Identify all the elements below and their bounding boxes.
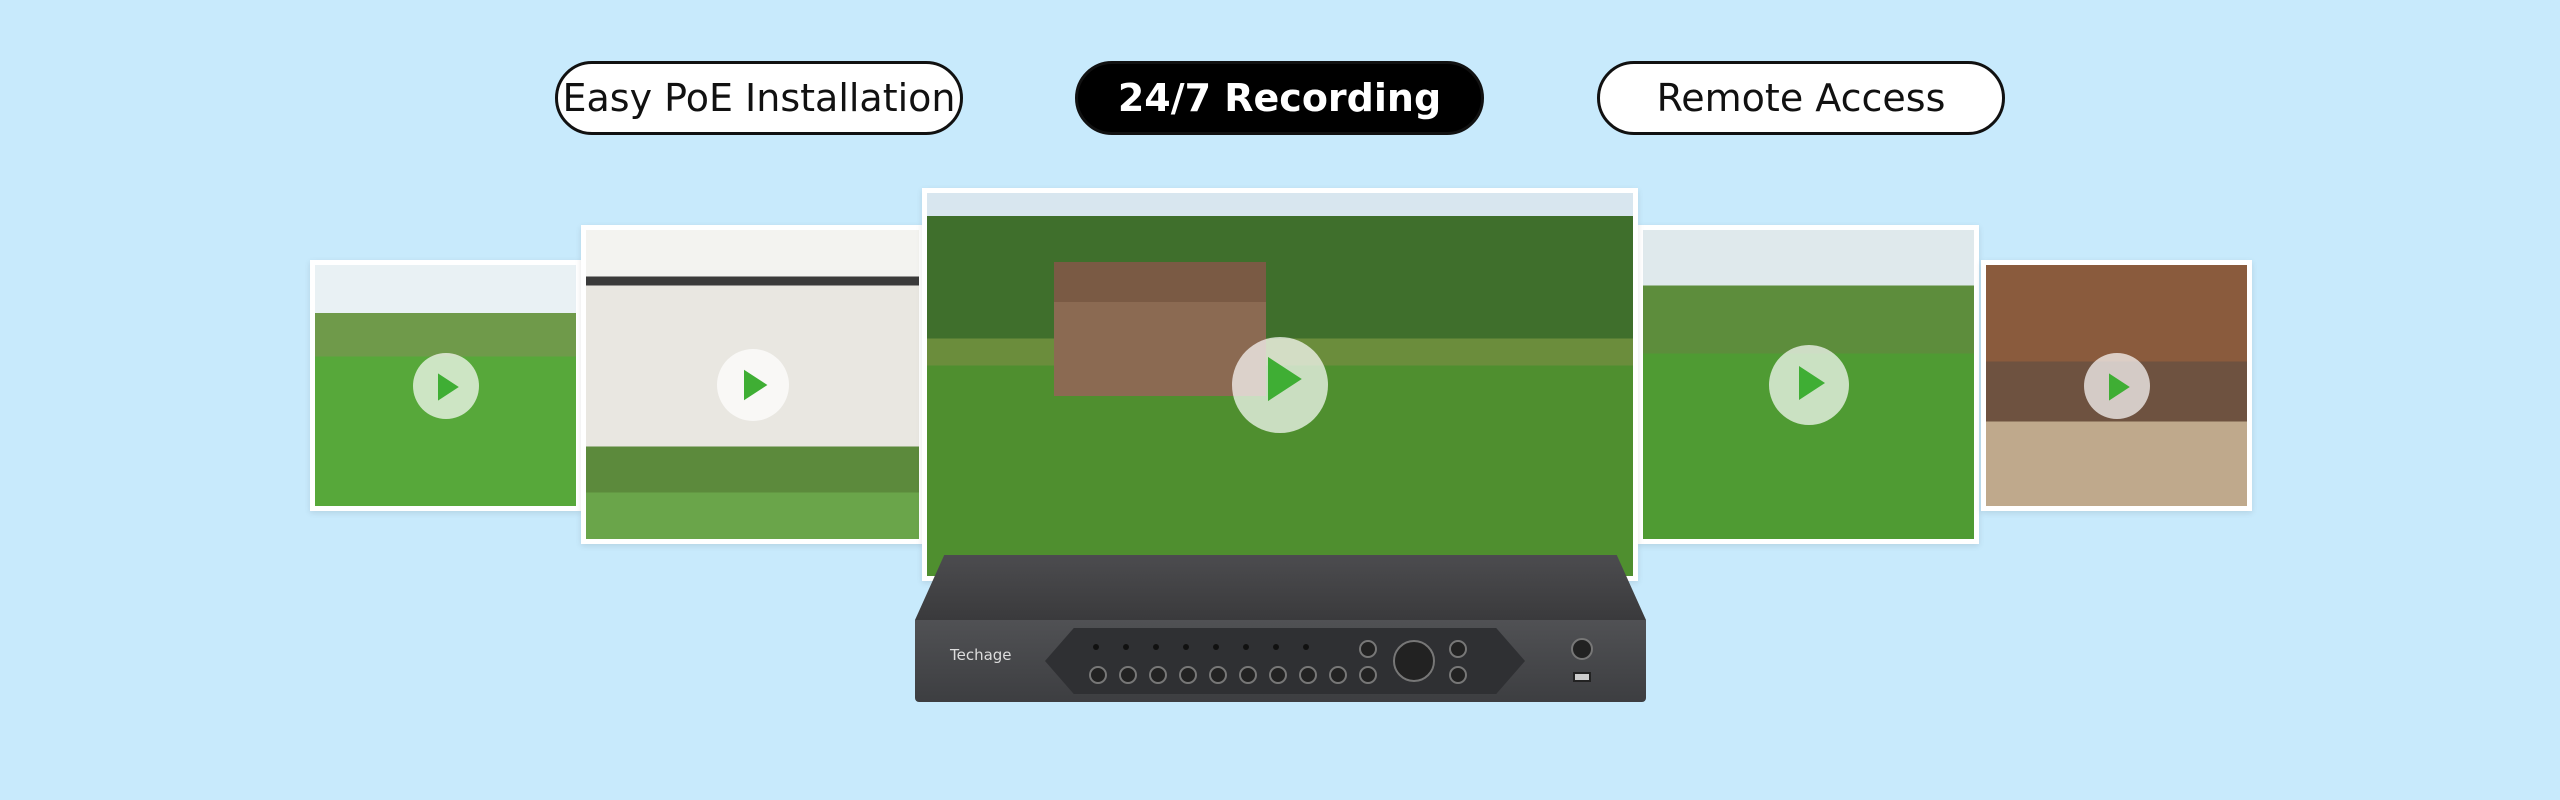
menu-button[interactable] [1359,640,1377,658]
video-photo [315,265,576,506]
panel-button[interactable] [1329,666,1347,684]
panel-button[interactable] [1209,666,1227,684]
led-indicator [1243,644,1249,650]
play-icon[interactable] [412,352,479,419]
panel-button[interactable] [1089,666,1107,684]
video-thumbnail-2[interactable] [581,225,924,544]
video-photo [927,193,1633,576]
led-indicator [1153,644,1159,650]
video-thumbnail-4[interactable] [1638,225,1979,544]
play-icon[interactable] [1768,344,1849,425]
play-icon[interactable] [2083,352,2150,419]
panel-button[interactable] [1119,666,1137,684]
led-indicator [1183,644,1189,650]
esc-button[interactable] [1449,640,1467,658]
tab-easy-poe-installation[interactable]: Easy PoE Installation [555,61,963,135]
ir-receiver [1449,666,1467,684]
video-photo [1643,230,1974,539]
tab-remote-access[interactable]: Remote Access [1597,61,2005,135]
control-panel [1045,628,1525,694]
led-indicator [1303,644,1309,650]
usb-port [1573,672,1591,682]
led-indicator [1213,644,1219,650]
panel-button[interactable] [1239,666,1257,684]
video-photo [1986,265,2247,506]
direction-pad[interactable] [1393,640,1435,682]
video-thumbnail-1[interactable] [310,260,581,511]
led-indicator [1093,644,1099,650]
nvr-device: Techage [915,555,1646,705]
panel-button[interactable] [1179,666,1197,684]
panel-button[interactable] [1149,666,1167,684]
nvr-lid [915,555,1646,620]
video-thumbnail-5[interactable] [1981,260,2252,511]
nvr-front-panel: Techage [915,620,1646,702]
fn-button[interactable] [1359,666,1377,684]
tab-24-7-recording[interactable]: 24/7 Recording [1075,61,1484,135]
video-photo [586,230,919,539]
panel-button[interactable] [1299,666,1317,684]
brand-logo: Techage [950,646,1012,664]
led-indicator [1273,644,1279,650]
power-button[interactable] [1571,638,1593,660]
play-icon[interactable] [716,348,789,421]
panel-button[interactable] [1269,666,1287,684]
video-thumbnail-main[interactable] [922,188,1638,581]
led-indicator [1123,644,1129,650]
play-icon[interactable] [1232,336,1328,433]
